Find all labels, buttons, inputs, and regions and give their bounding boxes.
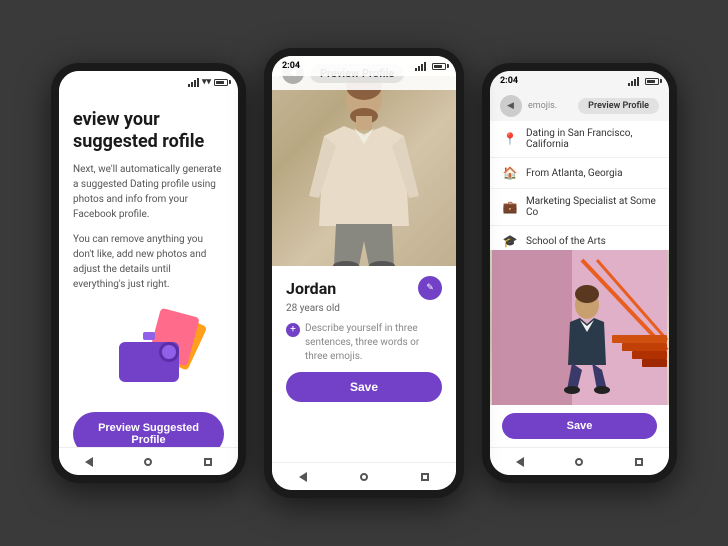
profile-info-list: 📍 Dating in San Francisco, California 🏠 …: [490, 121, 669, 250]
edit-profile-button[interactable]: ✎: [418, 276, 442, 300]
phone-1: ▾▾ eview your suggested rofile Next, we'…: [51, 63, 246, 483]
camera-illustration: [73, 302, 224, 402]
status-bar-1: ▾▾: [59, 71, 238, 93]
status-bar-2: 2:04: [272, 56, 456, 76]
back-nav-btn-2[interactable]: [295, 469, 311, 485]
battery-icon-3: [645, 78, 659, 85]
profile-name: Jordan: [286, 279, 336, 298]
time-2: 2:04: [282, 61, 300, 71]
recent-square-icon-2: [421, 473, 429, 481]
battery-icon-2: [432, 63, 446, 70]
signal-icon: [188, 78, 199, 87]
save-button-2[interactable]: Save: [286, 372, 442, 402]
plus-icon[interactable]: +: [286, 323, 300, 337]
graduation-icon: 🎓: [502, 233, 518, 249]
home-nav-btn-2[interactable]: [356, 469, 372, 485]
phone3-header: ◀ emojis. Preview Profile: [490, 91, 669, 121]
status-bar-3: 2:04: [490, 71, 669, 91]
save-button-3[interactable]: Save: [502, 413, 657, 439]
home-circle-icon-2: [360, 473, 368, 481]
preview-suggested-profile-button[interactable]: Preview Suggested Profile: [73, 412, 224, 447]
nav-bar-3: [490, 447, 669, 475]
profile-name-row: Jordan ✎: [286, 276, 442, 300]
back-arrow-icon-3: ◀: [507, 101, 514, 111]
stairs-scene-svg: [490, 250, 669, 405]
camera-illus-container: [99, 312, 199, 392]
back-nav-btn-3[interactable]: [512, 454, 528, 470]
home-circle-icon: [144, 458, 152, 466]
info-text-college: School of the Arts: [526, 236, 606, 247]
phone1-desc2: You can remove anything you don't like, …: [73, 232, 224, 292]
info-text-hometown: From Atlanta, Georgia: [526, 168, 623, 179]
recent-square-icon: [204, 458, 212, 466]
back-arrow-icon: [85, 457, 93, 467]
edit-pencil-icon: ✎: [426, 283, 434, 293]
phone2-profile-info: Jordan ✎ 28 years old + Describe yoursel…: [272, 266, 456, 462]
battery-icon: [214, 79, 228, 86]
profile-age: 28 years old: [286, 303, 442, 314]
info-item-job: 💼 Marketing Specialist at Some Co: [490, 189, 669, 226]
signal-icon-3: [628, 77, 639, 86]
info-text-job: Marketing Specialist at Some Co: [526, 196, 657, 218]
location-icon: 📍: [502, 131, 518, 147]
camera-body: [119, 342, 179, 382]
back-button-3[interactable]: ◀: [500, 95, 522, 117]
bio-prompt-text: Describe yourself in three sentences, th…: [305, 322, 442, 364]
camera-lens: [159, 342, 179, 362]
camera-flash: [143, 332, 155, 340]
phone-3: 2:04 ◀ emojis. Preview Profile 📍 Dating …: [482, 63, 677, 483]
nav-bar-1: [59, 447, 238, 475]
back-nav-btn[interactable]: [81, 454, 97, 470]
recent-nav-btn-2[interactable]: [417, 469, 433, 485]
recent-nav-btn[interactable]: [200, 454, 216, 470]
info-text-location: Dating in San Francisco, California: [526, 128, 657, 150]
wifi-icon: ▾▾: [202, 77, 211, 87]
work-icon: 💼: [502, 199, 518, 215]
info-item-location: 📍 Dating in San Francisco, California: [490, 121, 669, 158]
home-nav-btn[interactable]: [140, 454, 156, 470]
phone1-main-content: eview your suggested rofile Next, we'll …: [59, 93, 238, 447]
status-icons: ▾▾: [188, 77, 228, 87]
header-subtitle-3: emojis.: [528, 101, 572, 111]
phone-2: ◀ Preview Profile 2:04 Jordan ✎ 28 y: [264, 48, 464, 498]
back-arrow-nav-icon-3: [516, 457, 524, 467]
bio-prompt: + Describe yourself in three sentences, …: [286, 322, 442, 364]
profile-photo-3: [490, 250, 669, 405]
info-item-hometown: 🏠 From Atlanta, Georgia: [490, 158, 669, 189]
phone1-desc1: Next, we'll automatically generate a sug…: [73, 162, 224, 222]
phone3-save-bar: Save: [490, 405, 669, 447]
nav-bar-2: [272, 462, 456, 490]
home-icon: 🏠: [502, 165, 518, 181]
recent-nav-btn-3[interactable]: [631, 454, 647, 470]
phone1-title: eview your suggested rofile: [73, 109, 224, 152]
recent-square-icon-3: [635, 458, 643, 466]
signal-icon-2: [415, 62, 426, 71]
preview-profile-label-3: Preview Profile: [578, 98, 659, 114]
time-3: 2:04: [500, 76, 518, 86]
home-circle-icon-3: [575, 458, 583, 466]
man-figure-svg: [294, 66, 434, 266]
home-nav-btn-3[interactable]: [571, 454, 587, 470]
info-item-college: 🎓 School of the Arts: [490, 226, 669, 250]
back-arrow-nav-icon-2: [299, 472, 307, 482]
